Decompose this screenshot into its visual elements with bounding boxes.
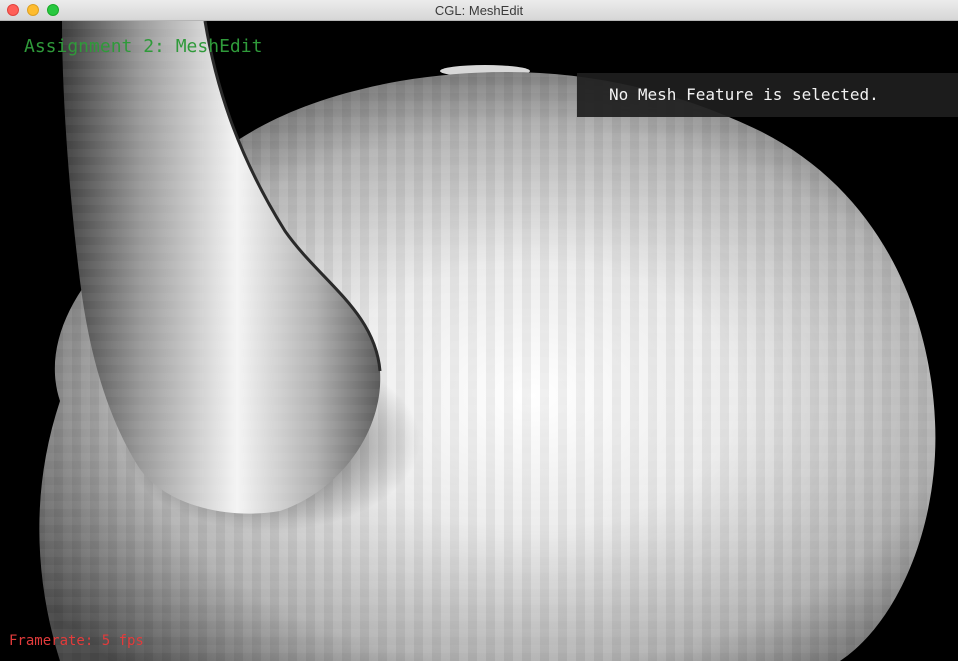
title-bar[interactable]: CGL: MeshEdit [0,0,958,21]
assignment-title: Assignment 2: MeshEdit [24,36,263,57]
mesh-viewport[interactable]: Assignment 2: MeshEdit No Mesh Feature i… [0,21,958,661]
framerate-readout: Framerate: 5 fps [9,633,144,649]
mesh-render[interactable] [0,21,958,661]
window-title: CGL: MeshEdit [434,3,524,18]
selection-status-text: No Mesh Feature is selected. [609,85,879,104]
selection-info-panel: No Mesh Feature is selected. [577,73,958,117]
app-window: CGL: MeshEdit Assignment 2: MeshEdit No … [0,0,958,661]
